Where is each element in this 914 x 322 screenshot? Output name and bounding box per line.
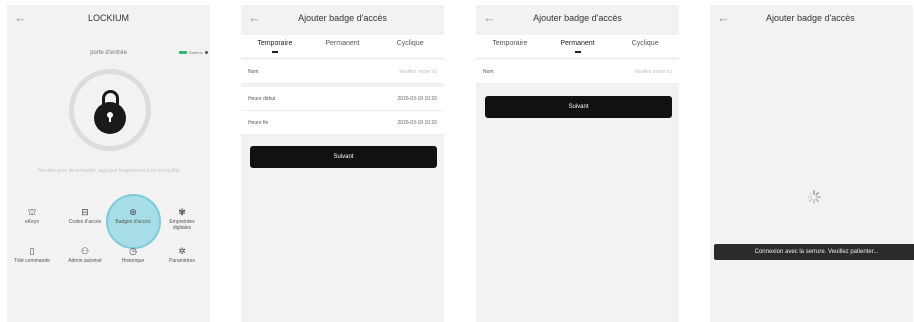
top-bar: ← LOCKIUM	[7, 5, 210, 33]
tab-temporary[interactable]: Temporaire	[476, 35, 544, 57]
next-button[interactable]: Suivant	[250, 146, 437, 168]
access-codes-icon: ⊟	[81, 207, 89, 217]
app-title: LOCKIUM	[87, 13, 129, 23]
ekeys-icon: ⛫	[27, 207, 37, 217]
grid-access-codes[interactable]: ⊟ Codes d'accès	[63, 206, 107, 225]
connecting-screen: ← Ajouter badge d'accès	[710, 5, 913, 322]
remote-icon: ▯	[29, 246, 35, 256]
grid-remote[interactable]: ▯ Télé commande	[10, 245, 54, 264]
badge-form: Nom Veuillez entrer ici	[241, 60, 444, 84]
grid-settings[interactable]: ✲ Paramètres	[160, 245, 204, 264]
settings-icon: ✲	[178, 246, 186, 256]
grid-label: Paramètres	[169, 258, 195, 264]
grid-label: Codes d'accès	[68, 219, 102, 225]
tab-permanent[interactable]: Permanent	[309, 35, 377, 57]
name-label: Nom	[483, 69, 494, 75]
grid-label: Télé commande	[14, 258, 50, 264]
top-bar: ← Ajouter badge d'accès	[476, 5, 679, 33]
grid-authorized-admin[interactable]: ⚇ Admin autorisé	[63, 245, 107, 264]
form-row-end[interactable]: Heure fin 2026-03-18 10:20	[241, 111, 444, 135]
name-input[interactable]: Veuillez entrer ici	[634, 69, 672, 75]
keyslot-icon	[109, 116, 111, 122]
start-time-value[interactable]: 2026-03-18 10:20	[398, 96, 437, 102]
page-title: Ajouter badge d'accès	[298, 13, 387, 23]
top-bar: ← Ajouter badge d'accès	[710, 5, 913, 33]
tab-bar: Temporaire Permanent Cyclique	[476, 35, 679, 57]
admin-icon: ⚇	[80, 246, 90, 256]
top-bar: ← Ajouter badge d'accès	[241, 5, 444, 33]
lock-home-screen: ← LOCKIUM porte d'entrée Batterie Touche…	[7, 5, 210, 322]
add-badge-permanent-screen: ← Ajouter badge d'accès Temporaire Perma…	[476, 5, 679, 322]
name-input[interactable]: Veuillez entrer ici	[399, 69, 437, 75]
tab-permanent[interactable]: Permanent	[544, 35, 612, 57]
back-arrow-icon[interactable]: ←	[717, 11, 730, 25]
grid-label: Empreintes digitales	[169, 219, 195, 231]
add-badge-temporary-screen: ← Ajouter badge d'accès Temporaire Perma…	[241, 5, 444, 322]
end-time-value[interactable]: 2026-03-18 10:20	[398, 120, 437, 126]
fingerprint-icon: ✾	[178, 207, 186, 217]
access-badges-icon: ⊛	[129, 207, 137, 217]
grid-label: Admin autorisé	[68, 258, 102, 264]
page-title: Ajouter badge d'accès	[533, 13, 622, 23]
form-row-start[interactable]: Heure début 2026-03-18 10:20	[241, 87, 444, 111]
loading-spinner-icon	[807, 190, 821, 204]
badge-form: Nom Veuillez entrer ici	[476, 60, 679, 84]
name-label: Nom	[248, 69, 259, 75]
start-label: Heure début	[248, 96, 276, 102]
connecting-toast: Connexion avec la serrure. Veuillez pati…	[714, 244, 914, 260]
tab-temporary[interactable]: Temporaire	[241, 35, 309, 57]
form-row-name[interactable]: Nom Veuillez entrer ici	[476, 60, 679, 84]
grid-label: Historique	[121, 258, 145, 264]
battery-indicator: Batterie	[179, 50, 208, 55]
battery-label: Batterie	[189, 50, 203, 55]
history-icon: ◷	[129, 246, 137, 256]
form-row-name[interactable]: Nom Veuillez entrer ici	[241, 60, 444, 84]
next-button[interactable]: Suivant	[485, 96, 672, 118]
page-title: Ajouter badge d'accès	[766, 13, 855, 23]
grid-history[interactable]: ◷ Historique	[111, 245, 155, 264]
more-icon[interactable]	[204, 51, 208, 54]
unlock-hint: Touchez pour déverrouiller, appuyez long…	[37, 168, 180, 174]
grid-label: eKeys	[25, 219, 39, 225]
tab-cyclic[interactable]: Cyclique	[611, 35, 679, 57]
end-label: Heure fin	[248, 120, 269, 126]
grid-access-badges[interactable]: ⊛ Badges d'accès	[111, 206, 155, 225]
grid-fingerprints[interactable]: ✾ Empreintes digitales	[160, 206, 204, 231]
battery-icon	[179, 51, 187, 54]
grid-label: Badges d'accès	[115, 219, 151, 225]
time-form: Heure début 2026-03-18 10:20 Heure fin 2…	[241, 87, 444, 135]
tab-bar: Temporaire Permanent Cyclique	[241, 35, 444, 57]
tab-cyclic[interactable]: Cyclique	[376, 35, 444, 57]
grid-ekeys[interactable]: ⛫ eKeys	[10, 206, 54, 225]
